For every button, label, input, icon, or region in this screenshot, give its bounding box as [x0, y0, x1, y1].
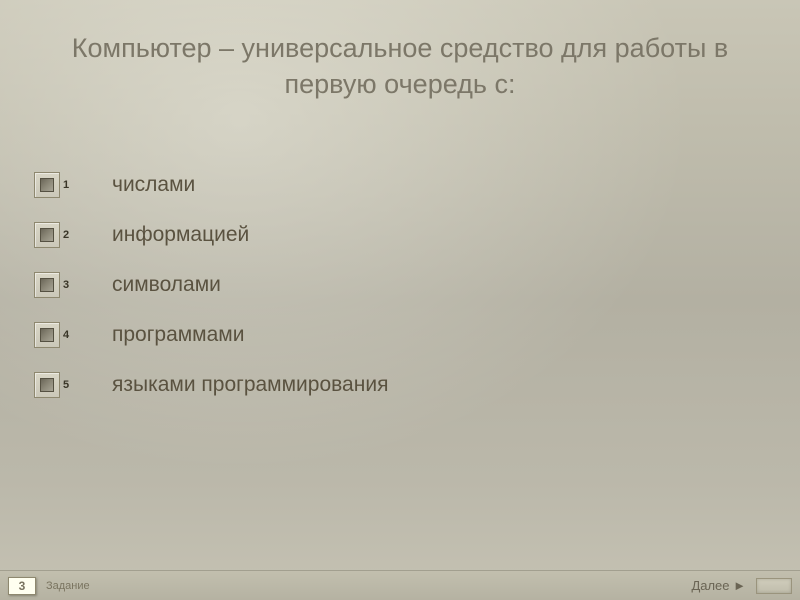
option-row: 1 числами — [34, 160, 388, 210]
option-row: 5 языками программирования — [34, 360, 388, 410]
quiz-slide: Компьютер – универсальное средство для р… — [0, 0, 800, 600]
option-text: языками программирования — [112, 373, 388, 397]
option-text: числами — [112, 173, 195, 197]
question-title: Компьютер – универсальное средство для р… — [0, 30, 800, 103]
option-row: 4 программами — [34, 310, 388, 360]
next-button[interactable]: Далее ► — [691, 578, 746, 593]
page-number-badge: 3 — [8, 577, 36, 595]
option-text: символами — [112, 273, 221, 297]
option-number: 3 — [63, 279, 73, 291]
footer-bar: 3 Задание Далее ► — [0, 570, 800, 600]
page-label: Задание — [46, 580, 90, 592]
option-text: информацией — [112, 223, 249, 247]
option-number: 5 — [63, 379, 73, 391]
option-checkbox-5[interactable] — [34, 372, 60, 398]
option-row: 3 символами — [34, 260, 388, 310]
option-number: 4 — [63, 329, 73, 341]
option-text: программами — [112, 323, 244, 347]
options-list: 1 числами 2 информацией 3 символами 4 пр… — [34, 160, 388, 410]
option-checkbox-3[interactable] — [34, 272, 60, 298]
option-checkbox-4[interactable] — [34, 322, 60, 348]
option-row: 2 информацией — [34, 210, 388, 260]
option-checkbox-2[interactable] — [34, 222, 60, 248]
option-number: 2 — [63, 229, 73, 241]
option-number: 1 — [63, 179, 73, 191]
option-checkbox-1[interactable] — [34, 172, 60, 198]
next-box-button[interactable] — [756, 578, 792, 594]
